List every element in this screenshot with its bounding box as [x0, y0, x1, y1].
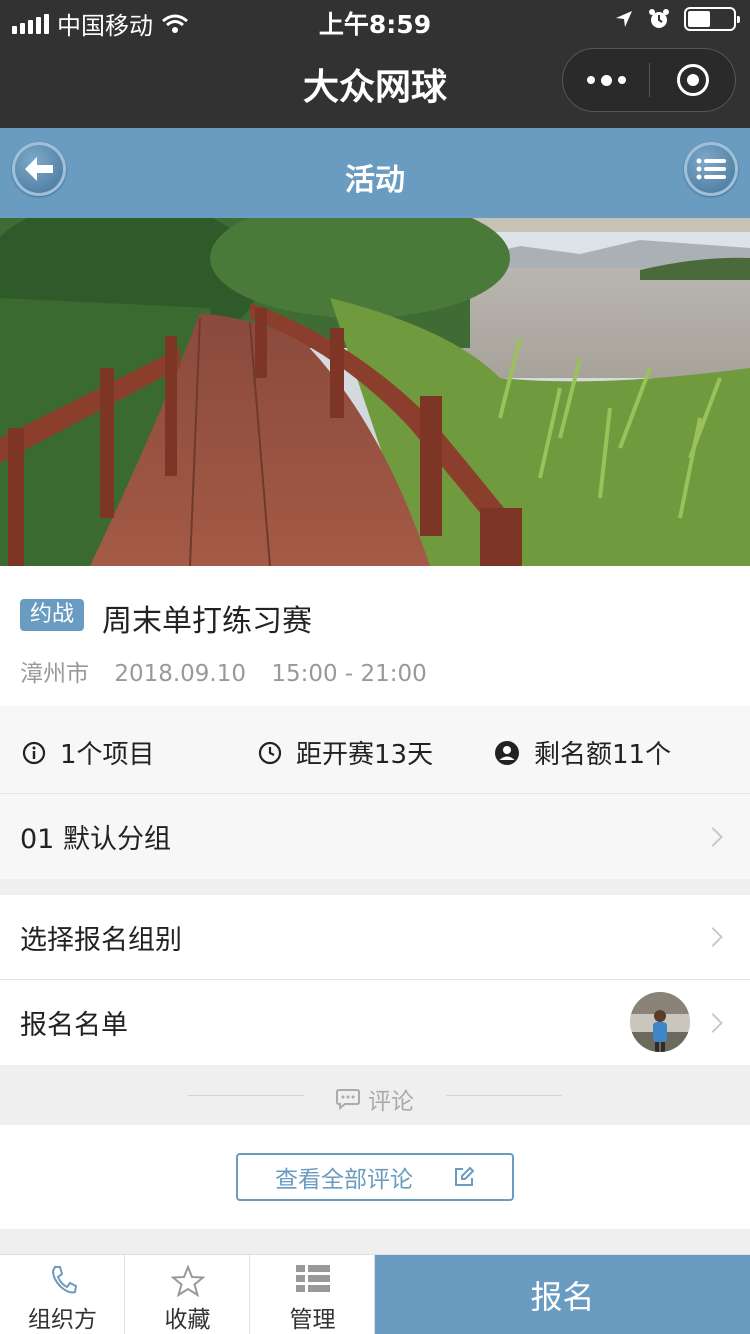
comments-area: 查看全部评论: [0, 1125, 750, 1229]
divider-line: [446, 1095, 562, 1096]
close-miniprogram-icon[interactable]: [677, 64, 709, 96]
stat-remaining: 剩名额11个: [494, 734, 671, 771]
capsule-menu: [562, 48, 736, 112]
tab-favorite[interactable]: 收藏: [125, 1255, 250, 1334]
event-type-badge: 约战: [20, 599, 85, 631]
comment-bubble-icon: [336, 1089, 360, 1110]
event-date: 2018.09.10: [114, 661, 247, 687]
nav-bar: 大众网球: [0, 40, 750, 128]
event-time-range: 15:00 - 21:00: [271, 661, 427, 687]
comments-heading-text: 评论: [368, 1089, 414, 1115]
event-stats: 1个项目 距开赛13天 剩名额11个: [0, 706, 750, 794]
roster-label: 报名名单: [20, 1010, 128, 1041]
tab-manage-label: 管理: [289, 1307, 336, 1333]
group-row-default[interactable]: 01 默认分组: [0, 794, 750, 879]
chevron-right-icon: [703, 927, 723, 947]
stat-countdown: 距开赛13天: [258, 734, 433, 771]
manage-list-icon: [295, 1265, 330, 1292]
page-header: 活动: [0, 128, 750, 218]
signup-button[interactable]: 报名: [375, 1255, 750, 1334]
tab-organizer[interactable]: 组织方: [0, 1255, 125, 1334]
location-icon: [616, 11, 632, 27]
list-icon: [696, 158, 726, 180]
alarm-icon: [649, 9, 669, 28]
info-icon: [22, 741, 46, 764]
avatar: [630, 992, 690, 1052]
group-label: 01 默认分组: [20, 824, 171, 855]
stat-remaining-text: 剩名额11个: [534, 740, 672, 770]
signup-label: 报名: [530, 1278, 595, 1316]
status-bar: 中国移动 上午8:59: [0, 0, 750, 40]
roster-row[interactable]: 报名名单: [0, 980, 750, 1065]
event-banner-image: [0, 218, 750, 566]
capsule-divider: [649, 63, 650, 97]
stat-countdown-text: 距开赛13天: [296, 740, 434, 770]
comments-section-header: 评论: [0, 1065, 750, 1125]
bottom-action-bar: 组织方 收藏 管理 报名: [0, 1254, 750, 1334]
more-options-icon[interactable]: [563, 49, 649, 111]
comments-heading: 评论: [0, 1082, 750, 1116]
event-city: 漳州市: [20, 661, 89, 687]
battery-icon: [684, 7, 740, 31]
event-title: 周末单打练习赛: [102, 604, 312, 639]
phone-icon: [51, 1266, 77, 1294]
menu-button[interactable]: [684, 142, 738, 196]
tab-favorite-label: 收藏: [164, 1307, 211, 1333]
clock-icon: [258, 741, 282, 764]
stat-projects: 1个项目: [22, 734, 155, 771]
tab-organizer-label: 组织方: [28, 1307, 97, 1333]
select-group-row[interactable]: 选择报名组别: [0, 895, 750, 980]
tab-manage[interactable]: 管理: [250, 1255, 375, 1334]
select-group-label: 选择报名组别: [20, 924, 182, 956]
view-all-comments-button[interactable]: 查看全部评论: [236, 1153, 514, 1201]
user-icon: [495, 740, 519, 765]
star-icon: [170, 1265, 205, 1297]
page-title: 活动: [345, 163, 405, 198]
event-summary: 约战 周末单打练习赛 漳州市 2018.09.10 15:00 - 21:00: [0, 566, 750, 706]
stat-projects-text: 1个项目: [60, 740, 155, 770]
edit-icon: [455, 1166, 475, 1186]
status-right: [614, 7, 740, 31]
chevron-right-icon: [703, 826, 723, 847]
event-meta: 漳州市 2018.09.10 15:00 - 21:00: [20, 654, 445, 688]
chevron-right-icon: [703, 1012, 723, 1033]
view-all-comments-label: 查看全部评论: [275, 1167, 413, 1193]
